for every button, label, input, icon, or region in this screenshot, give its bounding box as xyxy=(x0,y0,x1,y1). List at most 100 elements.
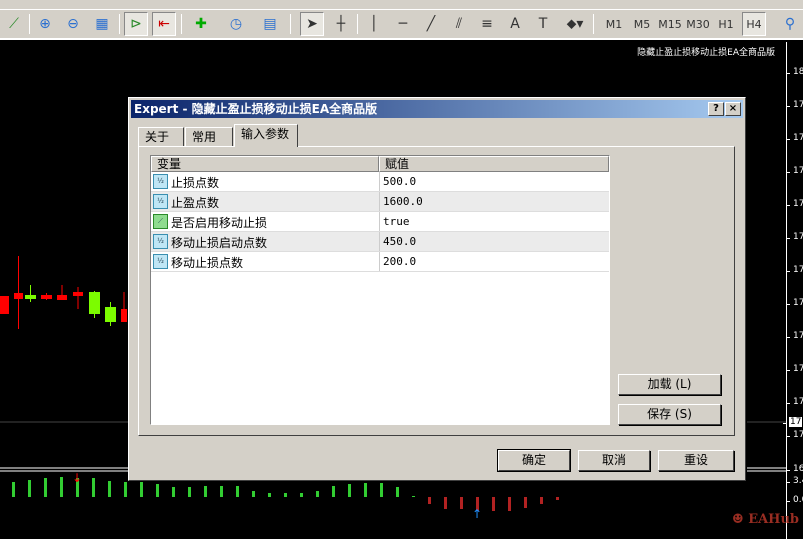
histogram-bar xyxy=(380,483,383,497)
param-value[interactable]: 450.0 xyxy=(379,232,416,251)
param-value[interactable]: 1600.0 xyxy=(379,192,423,211)
histogram-bar xyxy=(332,486,335,497)
dialog-title: Expert - 隐藏止盈止损移动止损EA全商品版 xyxy=(134,102,378,116)
cursor-icon[interactable]: ➤ xyxy=(300,12,324,36)
histogram-bar xyxy=(172,487,175,497)
histogram-bar xyxy=(492,497,495,511)
separator xyxy=(29,14,30,34)
candle-body xyxy=(25,295,36,299)
parameters-table[interactable]: 变量 赋值 ½ 止损点数 500.0 ½ 止盈点数 1600.0 ⟋ 是否启用移动止损 true… xyxy=(150,155,610,425)
histogram-bar xyxy=(44,478,47,497)
histogram-bar xyxy=(204,486,207,497)
histogram-bar xyxy=(460,497,463,509)
cancel-button[interactable]: 取消 xyxy=(578,450,650,471)
histogram-bar xyxy=(412,496,415,497)
templates-icon[interactable]: ▤ xyxy=(258,12,282,36)
toolbar: ⟋ ⊕ ⊖ ▦ ⊳ ⇤ ✚ ◷ ▤ ➤ ┼ │ ─ ╱ ⫽ ≡ A T ⬥▾ M… xyxy=(0,0,803,40)
crosshair-icon[interactable]: ┼ xyxy=(329,12,353,36)
timeframe-m1[interactable]: M1 xyxy=(600,12,628,36)
bool-param-icon: ⟋ xyxy=(153,214,168,229)
timeframe-m30[interactable]: M30 xyxy=(684,12,712,36)
double-param-icon: ½ xyxy=(153,254,168,269)
param-row[interactable]: ½ 移动止损点数 200.0 xyxy=(151,252,609,272)
separator xyxy=(290,14,291,34)
histogram-bar xyxy=(444,497,447,509)
candle-body xyxy=(73,292,83,296)
histogram-bar xyxy=(556,497,559,500)
separator xyxy=(181,14,182,34)
histogram-bar xyxy=(396,487,399,497)
zoom-in-icon[interactable]: ⊕ xyxy=(33,12,57,36)
axis-label: 17 xyxy=(786,331,803,341)
histogram-bar xyxy=(508,497,511,511)
sell-arrow-icon: ↓ xyxy=(72,471,82,485)
separator xyxy=(357,14,358,34)
param-row[interactable]: ½ 止盈点数 1600.0 xyxy=(151,192,609,212)
param-row[interactable]: ½ 止损点数 500.0 xyxy=(151,172,609,192)
candle-body xyxy=(121,309,127,322)
fibonacci-icon[interactable]: ≡ xyxy=(475,12,499,36)
param-value[interactable]: 200.0 xyxy=(379,252,416,271)
column-header-value[interactable]: 赋值 xyxy=(379,156,609,172)
buy-arrow-icon: ↑ xyxy=(472,507,482,521)
param-name: 移动止损启动点数 xyxy=(171,236,268,250)
load-button[interactable]: 加载 (L) xyxy=(618,374,721,395)
histogram-bar xyxy=(428,497,431,504)
chart-shift-icon[interactable]: ⇤ xyxy=(152,12,176,36)
axis-label: 16 xyxy=(786,464,803,474)
timeframe-h1[interactable]: H1 xyxy=(712,12,740,36)
timeframe-m5[interactable]: M5 xyxy=(628,12,656,36)
close-button[interactable]: × xyxy=(725,102,741,116)
tile-windows-icon[interactable]: ▦ xyxy=(90,12,114,36)
zoom-out-icon[interactable]: ⊖ xyxy=(61,12,85,36)
tab-common[interactable]: 常用 xyxy=(185,127,233,146)
candle-body xyxy=(57,295,67,300)
reset-button[interactable]: 重设 xyxy=(658,450,734,471)
timeframe-m15[interactable]: M15 xyxy=(656,12,684,36)
watermark-text: EAHub xyxy=(748,512,800,527)
watermark-logo: ☻ EAHub xyxy=(732,512,799,527)
histogram-bar xyxy=(524,497,527,508)
histogram-bar xyxy=(156,484,159,497)
candle-body xyxy=(14,293,23,299)
trendline-icon[interactable]: ╱ xyxy=(419,12,443,36)
text-icon[interactable]: A xyxy=(503,12,527,36)
axis-label: 17 xyxy=(786,199,803,209)
line-chart-icon[interactable]: ⟋ xyxy=(2,12,26,36)
column-header-variable[interactable]: 变量 xyxy=(151,156,379,172)
equidistant-channel-icon[interactable]: ⫽ xyxy=(447,12,471,36)
new-indicator-icon[interactable]: ✚ xyxy=(189,12,213,36)
search-icon[interactable]: ⚲ xyxy=(778,12,802,36)
text-label-icon[interactable]: T xyxy=(531,12,555,36)
help-button[interactable]: ? xyxy=(708,102,724,116)
axis-label: 18 xyxy=(786,67,803,77)
arrows-icon[interactable]: ⬥▾ xyxy=(563,12,587,36)
dialog-titlebar[interactable]: Expert - 隐藏止盈止损移动止损EA全商品版 ? × xyxy=(131,100,743,118)
axis-label: 17 xyxy=(786,232,803,242)
axis-label: 17 xyxy=(786,100,803,110)
candle-body xyxy=(41,295,52,299)
param-row[interactable]: ½ 移动止损启动点数 450.0 xyxy=(151,232,609,252)
param-value[interactable]: true xyxy=(379,212,410,231)
histogram-bar xyxy=(188,487,191,497)
horizontal-line-icon[interactable]: ─ xyxy=(391,12,415,36)
tab-inputs[interactable]: 输入参数 xyxy=(234,124,298,147)
param-value[interactable]: 500.0 xyxy=(379,172,416,191)
param-name: 是否启用移动止损 xyxy=(171,216,268,230)
tab-about[interactable]: 关于 xyxy=(138,127,184,146)
timeframe-h4[interactable]: H4 xyxy=(742,12,766,36)
axis-label: 17 xyxy=(786,265,803,275)
vertical-line-icon[interactable]: │ xyxy=(362,12,386,36)
ok-button[interactable]: 确定 xyxy=(497,449,571,472)
periods-icon[interactable]: ◷ xyxy=(224,12,248,36)
param-row[interactable]: ⟋ 是否启用移动止损 true xyxy=(151,212,609,232)
auto-scroll-icon[interactable]: ⊳ xyxy=(124,12,148,36)
current-price-label: 17 xyxy=(782,417,803,427)
histogram-bar xyxy=(108,481,111,497)
candle-body xyxy=(89,292,100,314)
axis-label: 17 xyxy=(786,166,803,176)
param-name: 止损点数 xyxy=(171,176,220,190)
logo-icon: ☻ xyxy=(732,512,744,527)
candle-body xyxy=(0,296,9,314)
save-button[interactable]: 保存 (S) xyxy=(618,404,721,425)
